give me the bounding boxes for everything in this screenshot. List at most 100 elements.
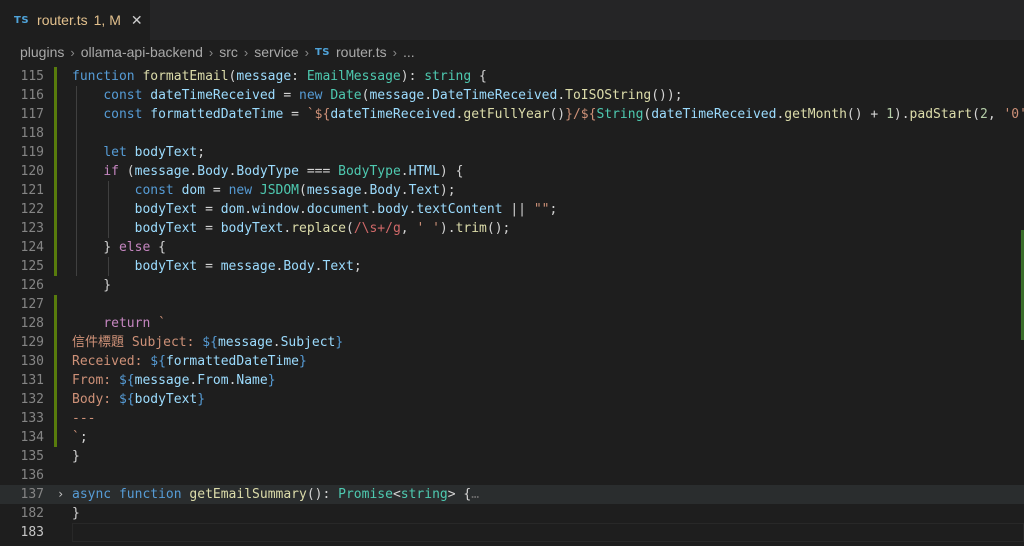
line-number: 130 — [20, 354, 44, 369]
indent-guide — [108, 181, 109, 238]
line-number: 137 — [20, 487, 44, 502]
tab-router-ts[interactable]: TS router.ts 1, M ✕ — [0, 0, 150, 40]
code-line[interactable]: 126 } — [0, 276, 1024, 295]
code-line[interactable]: 124 } else { — [0, 238, 1024, 257]
chevron-right-icon: › — [392, 44, 397, 60]
code-text: From: ${message.From.Name} — [72, 373, 276, 388]
code-text: } else { — [103, 240, 166, 255]
code-text: const dateTimeReceived = new Date(messag… — [103, 88, 683, 103]
code-line[interactable]: 130 Received: ${formattedDateTime} — [0, 352, 1024, 371]
breadcrumb: plugins › ollama-api-backend › src › ser… — [0, 41, 1024, 63]
code-line[interactable]: 136 — [0, 466, 1024, 485]
modified-line-marker — [54, 314, 57, 333]
modified-line-marker — [54, 219, 57, 238]
line-number: 129 — [20, 335, 44, 350]
line-number: 134 — [20, 430, 44, 445]
line-number: 126 — [20, 278, 44, 293]
code-line[interactable]: 129 信件標題 Subject: ${message.Subject} — [0, 333, 1024, 352]
code-editor[interactable]: 115 function formatEmail(message: EmailMe… — [0, 67, 1024, 546]
modified-line-marker — [54, 162, 57, 181]
code-line[interactable]: 135} — [0, 447, 1024, 466]
line-number: 115 — [20, 69, 44, 84]
code-text: if (message.Body.BodyType === BodyType.H… — [103, 164, 464, 179]
code-text: Received: ${formattedDateTime} — [72, 354, 307, 369]
line-number: 127 — [20, 297, 44, 312]
code-line[interactable]: 131 From: ${message.From.Name} — [0, 371, 1024, 390]
code-line[interactable]: 120 if (message.Body.BodyType === BodyTy… — [0, 162, 1024, 181]
modified-line-marker — [54, 409, 57, 428]
breadcrumb-item-ollama-api-backend[interactable]: ollama-api-backend — [81, 44, 203, 60]
line-number: 118 — [20, 126, 44, 141]
code-line[interactable]: 116 const dateTimeReceived = new Date(me… — [0, 86, 1024, 105]
line-number: 116 — [20, 88, 44, 103]
code-text: let bodyText; — [103, 145, 206, 160]
modified-line-marker — [54, 333, 57, 352]
modified-line-marker — [54, 67, 57, 86]
line-number: 117 — [20, 107, 44, 122]
code-line[interactable]: 119 let bodyText; — [0, 143, 1024, 162]
code-text: const dom = new JSDOM(message.Body.Text)… — [134, 183, 456, 198]
modified-line-marker — [54, 390, 57, 409]
tab-file-name: router.ts — [37, 12, 88, 28]
code-line[interactable]: 182} — [0, 504, 1024, 523]
code-line[interactable]: 132 Body: ${bodyText} — [0, 390, 1024, 409]
modified-line-marker — [54, 124, 57, 143]
breadcrumb-item-service[interactable]: service — [254, 44, 298, 60]
code-line[interactable]: 122 bodyText = dom.window.document.body.… — [0, 200, 1024, 219]
code-line[interactable]: 115 function formatEmail(message: EmailMe… — [0, 67, 1024, 86]
line-number: 133 — [20, 411, 44, 426]
code-line[interactable]: 117 const formattedDateTime = `${dateTim… — [0, 105, 1024, 124]
chevron-right-icon: › — [304, 44, 309, 60]
line-number: 182 — [20, 506, 44, 521]
modified-line-marker — [54, 86, 57, 105]
line-number: 124 — [20, 240, 44, 255]
indent-guide — [108, 257, 109, 276]
code-text: `; — [72, 430, 88, 445]
chevron-right-icon: › — [70, 44, 75, 60]
modified-line-marker — [54, 181, 57, 200]
line-number: 128 — [20, 316, 44, 331]
chevron-right-icon: › — [208, 44, 214, 60]
current-line-highlight — [72, 523, 1024, 542]
tab-bar: TS router.ts 1, M ✕ — [0, 0, 1024, 41]
code-text: --- — [72, 411, 96, 426]
breadcrumb-item-src[interactable]: src — [219, 44, 238, 60]
line-number: 121 — [20, 183, 44, 198]
code-text: function formatEmail(message: EmailMessa… — [72, 69, 487, 84]
code-line[interactable]: 127 — [0, 295, 1024, 314]
typescript-icon: TS — [14, 14, 30, 26]
code-line[interactable]: 123 bodyText = bodyText.replace(/\s+/g, … — [0, 219, 1024, 238]
code-line[interactable]: 137 › async function getEmailSummary(): Pr… — [0, 485, 1024, 504]
close-icon[interactable]: ✕ — [131, 12, 143, 29]
code-line[interactable]: 133 --- — [0, 409, 1024, 428]
fold-chevron-icon[interactable]: › — [57, 485, 64, 504]
code-text: 信件標題 Subject: ${message.Subject} — [72, 335, 344, 350]
code-line[interactable]: 121 const dom = new JSDOM(message.Body.T… — [0, 181, 1024, 200]
code-line[interactable]: 125 bodyText = message.Body.Text; — [0, 257, 1024, 276]
code-line[interactable]: 128 return ` — [0, 314, 1024, 333]
modified-line-marker — [54, 105, 57, 124]
code-text: const formattedDateTime = `${dateTimeRec… — [103, 107, 1024, 122]
modified-line-marker — [54, 143, 57, 162]
modified-line-marker — [54, 257, 57, 276]
code-text: bodyText = bodyText.replace(/\s+/g, ' ')… — [134, 221, 511, 236]
breadcrumb-item-router-ts[interactable]: router.ts — [336, 44, 387, 60]
modified-line-marker — [54, 428, 57, 447]
modified-line-marker — [54, 352, 57, 371]
line-number: 135 — [20, 449, 44, 464]
line-number: 183 — [20, 525, 44, 540]
code-line[interactable]: 134 `; — [0, 428, 1024, 447]
typescript-icon: TS — [314, 46, 330, 58]
breadcrumb-item-symbols[interactable]: ... — [403, 44, 415, 60]
line-number: 122 — [20, 202, 44, 217]
breadcrumb-item-plugins[interactable]: plugins — [20, 44, 64, 60]
tab-status: 1, M — [93, 12, 121, 28]
code-line[interactable]: 118 — [0, 124, 1024, 143]
line-number: 120 — [20, 164, 44, 179]
code-text: } — [72, 449, 80, 464]
code-line[interactable]: 183 — [0, 523, 1024, 542]
chevron-right-icon: › — [243, 44, 249, 60]
code-text: Body: ${bodyText} — [72, 392, 206, 407]
line-number: 132 — [20, 392, 44, 407]
modified-line-marker — [54, 238, 57, 257]
